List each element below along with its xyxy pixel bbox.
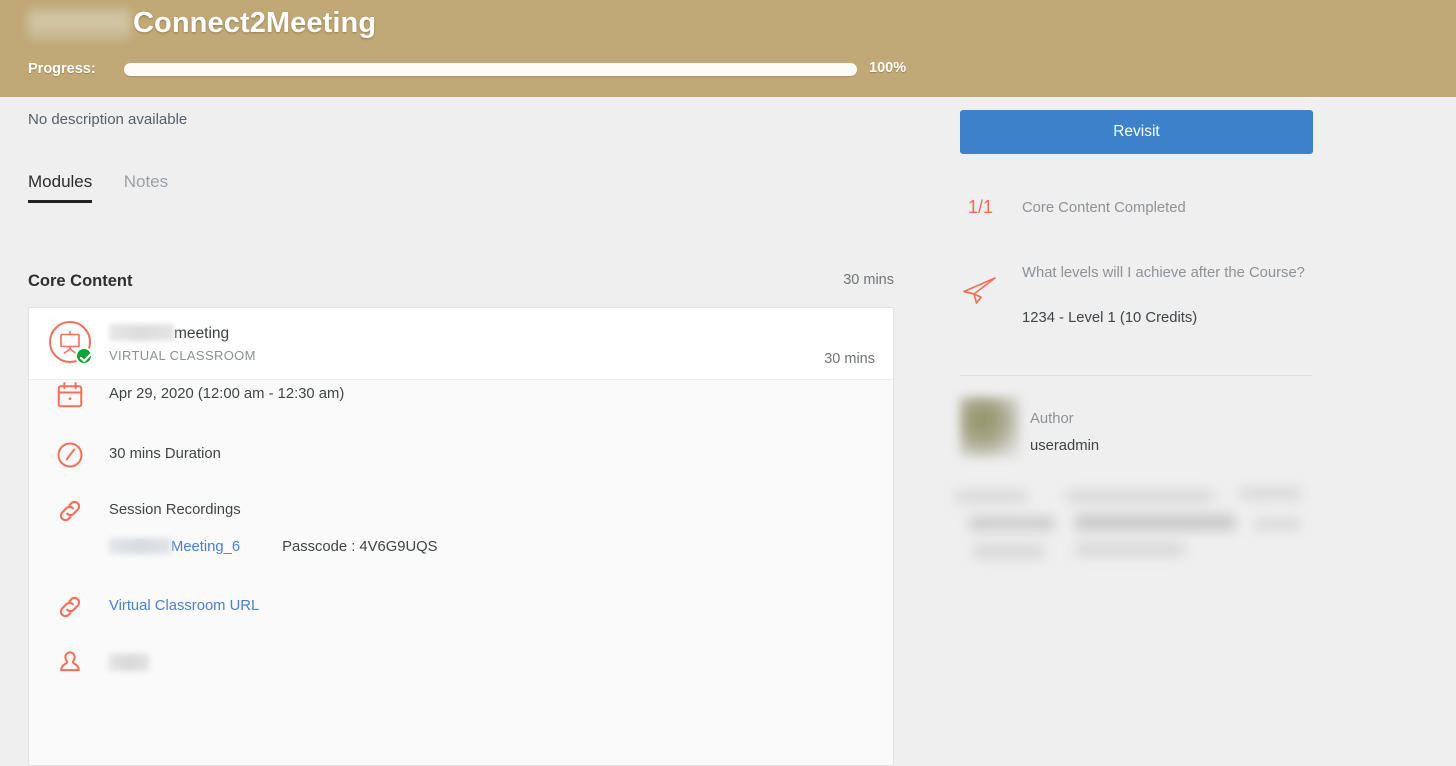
detail-row: Apr 29, 2020 (12:00 am - 12:30 am)	[29, 380, 893, 440]
tab-notes[interactable]: Notes	[124, 172, 168, 200]
module-header[interactable]: meeting VIRTUAL CLASSROOM 30 mins	[29, 308, 893, 380]
section-title: Core Content	[28, 272, 133, 290]
session-recordings-label: Session Recordings	[109, 502, 241, 518]
session-recording-entry: Meeting_6 Passcode : 4V6G9UQS	[109, 538, 438, 555]
module-type: VIRTUAL CLASSROOM	[109, 348, 256, 363]
link-icon	[55, 592, 89, 626]
page-title: Connect2Meeting	[133, 7, 377, 39]
calendar-icon	[55, 380, 89, 414]
person-icon	[55, 648, 89, 682]
progress-percent: 100%	[869, 60, 907, 76]
levels-question: What levels will I achieve after the Cou…	[1022, 265, 1305, 281]
detail-row: Virtual Classroom URL	[29, 592, 893, 648]
detail-row: Session Recordings Meeting_6 Passcode : 4…	[29, 496, 893, 592]
session-duration: 30 mins Duration	[109, 446, 221, 462]
progress-row: Progress: 100%	[28, 60, 928, 82]
avatar	[960, 397, 1020, 457]
completion-label: Core Content Completed	[1022, 200, 1186, 216]
core-content-header: Core Content 30 mins	[28, 272, 894, 291]
course-header: Connect2Meeting Progress: 100%	[0, 0, 1456, 97]
levels-value: 1234 - Level 1 (10 Credits)	[1022, 310, 1198, 326]
check-icon	[75, 347, 93, 365]
logo-redacted	[28, 9, 131, 40]
recording-link[interactable]: Meeting_6	[171, 539, 240, 555]
presenter-name-redacted	[109, 654, 149, 671]
detail-row: 30 mins Duration	[29, 440, 893, 496]
recording-name-redacted	[109, 538, 171, 554]
tab-modules[interactable]: Modules	[28, 172, 93, 203]
module-details: Apr 29, 2020 (12:00 am - 12:30 am) 30 mi…	[29, 380, 893, 704]
redacted-sidebar-block	[955, 482, 1315, 572]
progress-bar	[124, 63, 857, 76]
detail-row	[29, 648, 893, 704]
sidebar: Revisit 1/1 Core Content Completed What …	[930, 97, 1456, 766]
revisit-button[interactable]: Revisit	[960, 110, 1313, 154]
clock-icon	[55, 440, 89, 474]
content-tabs: Modules Notes	[28, 172, 195, 204]
session-date: Apr 29, 2020 (12:00 am - 12:30 am)	[109, 386, 345, 402]
completion-count: 1/1	[968, 197, 994, 217]
main-content: No description available Modules Notes C…	[0, 97, 930, 766]
course-description: No description available	[28, 111, 188, 128]
progress-bar-fill	[124, 63, 857, 76]
module-name-row: meeting	[109, 324, 229, 343]
section-duration: 30 mins	[843, 272, 894, 288]
presenter-name	[109, 654, 149, 675]
paper-plane-icon	[960, 274, 1000, 313]
progress-label: Progress:	[28, 61, 96, 77]
course-page: Connect2Meeting Progress: 100% No descri…	[0, 0, 1456, 766]
sidebar-divider	[960, 375, 1312, 376]
author-label: Author	[1030, 411, 1074, 427]
module-card[interactable]: meeting VIRTUAL CLASSROOM 30 mins Apr 29…	[28, 307, 894, 766]
virtual-classroom-url-link[interactable]: Virtual Classroom URL	[109, 598, 259, 614]
module-name-redacted	[109, 324, 174, 341]
recording-passcode: Passcode : 4V6G9UQS	[282, 539, 438, 555]
virtual-classroom-icon	[49, 321, 95, 367]
module-duration: 30 mins	[824, 351, 875, 367]
author-name: useradmin	[1030, 438, 1100, 454]
link-icon	[55, 496, 89, 530]
module-name: meeting	[174, 325, 230, 342]
